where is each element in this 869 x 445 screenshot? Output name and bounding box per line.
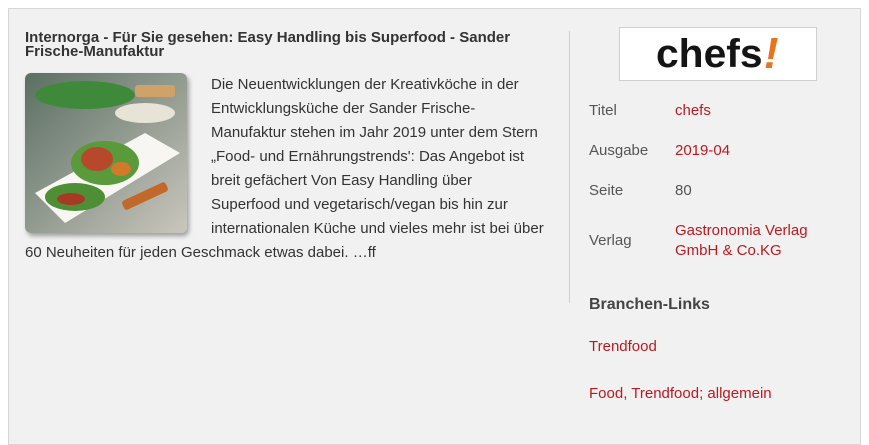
meta-row-seite: Seite 80 [589, 181, 835, 221]
branchen-link-food-trendfood[interactable]: Food, Trendfood; allgemein [589, 385, 839, 402]
meta-row-ausgabe: Ausgabe 2019-04 [589, 141, 835, 181]
meta-label: Titel [589, 102, 617, 119]
metadata-table: Titel chefs Ausgabe 2019-04 Seite 80 Ver… [589, 101, 835, 281]
article-card: Internorga - Für Sie gesehen: Easy Handl… [8, 8, 861, 445]
meta-row-verlag: Verlag Gastronomia Verlag GmbH & Co.KG [589, 221, 835, 281]
info-column: chefs ! Titel chefs Ausgabe 2019-04 Seit… [589, 27, 839, 402]
branchen-links-title: Branchen-Links [589, 296, 710, 313]
meta-label: Ausgabe [589, 142, 649, 159]
food-photo-icon [25, 73, 187, 233]
meta-value-ausgabe[interactable]: 2019-04 [675, 141, 835, 181]
meta-value-verlag[interactable]: Gastronomia Verlag GmbH & Co.KG [675, 221, 835, 281]
article-thumbnail[interactable] [25, 73, 187, 233]
column-divider [569, 31, 570, 303]
branchen-link-trendfood[interactable]: Trendfood [589, 338, 839, 355]
meta-value-seite: 80 [675, 182, 692, 199]
meta-label: Seite [589, 182, 624, 199]
meta-label: Verlag [589, 232, 632, 249]
magazine-logo[interactable]: chefs ! [619, 27, 817, 81]
meta-row-titel: Titel chefs [589, 101, 835, 141]
meta-value-titel[interactable]: chefs [675, 101, 835, 141]
logo-exclamation-icon: ! [763, 29, 779, 78]
article-column: Internorga - Für Sie gesehen: Easy Handl… [25, 30, 545, 265]
article-headline[interactable]: Internorga - Für Sie gesehen: Easy Handl… [25, 30, 545, 59]
logo-word: chefs [656, 31, 763, 76]
